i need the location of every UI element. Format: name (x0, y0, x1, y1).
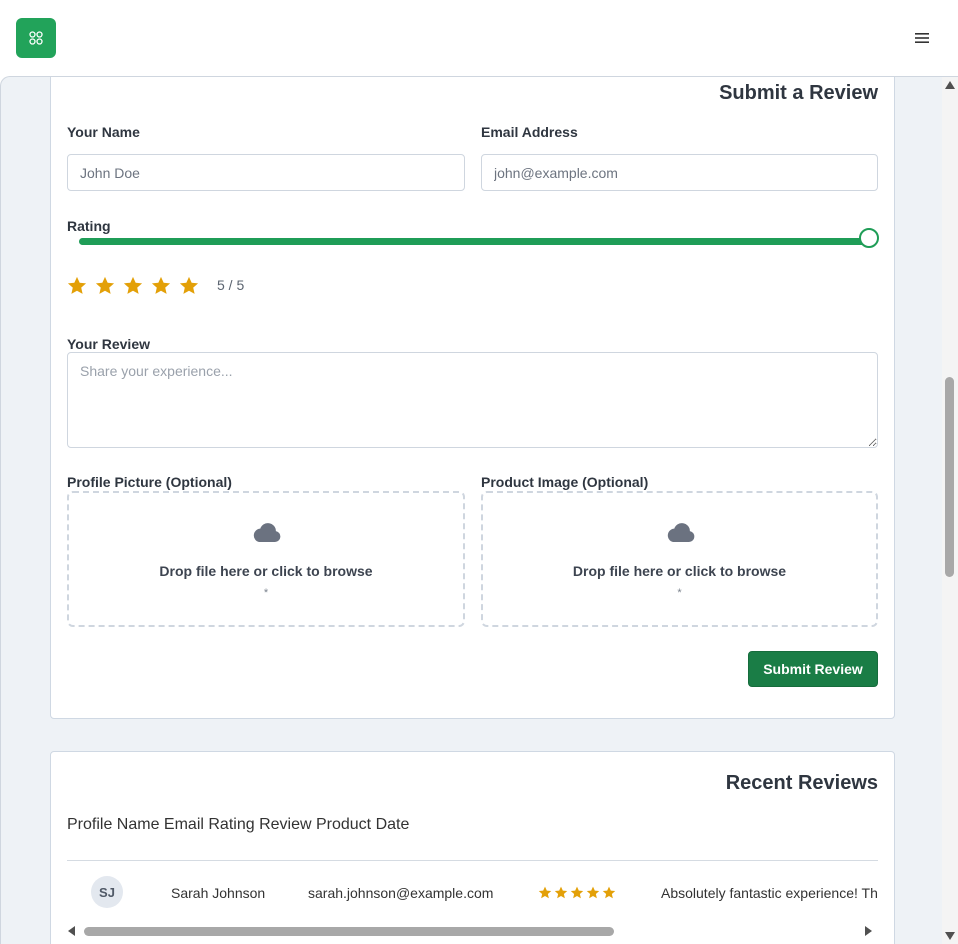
hamburger-menu-icon (915, 33, 929, 43)
app-logo[interactable] (16, 18, 56, 58)
rating-label: Rating (67, 218, 111, 234)
submit-review-button[interactable]: Submit Review (748, 651, 878, 687)
star-icon (586, 886, 600, 899)
star-icon (538, 886, 552, 899)
name-label: Your Name (67, 124, 140, 140)
review-textarea[interactable] (67, 352, 878, 448)
row-rating-stars (537, 886, 617, 899)
recent-reviews-title: Recent Reviews (725, 772, 878, 794)
main-content: Submit a Review Your Name Email Address … (0, 76, 958, 944)
cloud-icon (667, 523, 694, 542)
table-header: Profile Name Email Rating Review Product… (67, 816, 410, 833)
product-image-dropzone[interactable]: Drop file here or click to browse * (481, 491, 878, 627)
scroll-right-arrow-icon[interactable] (864, 926, 872, 936)
profile-picture-label: Profile Picture (Optional) (67, 474, 232, 490)
rating-slider-fill (79, 238, 869, 245)
rating-stars: 5 / 5 (67, 275, 244, 295)
rating-value-text: 5 / 5 (217, 277, 245, 293)
dropzone-hint: * (677, 587, 682, 599)
review-form-card: Submit a Review Your Name Email Address … (50, 77, 895, 719)
top-bar (0, 0, 958, 76)
star-icon (602, 886, 616, 899)
dropzone-text: Drop file here or click to browse (159, 563, 373, 579)
reviewer-email: sarah.johnson@example.com (308, 885, 494, 901)
review-label: Your Review (67, 336, 150, 352)
table-divider (67, 860, 878, 861)
star-icon[interactable] (151, 275, 179, 295)
rating-slider-thumb[interactable] (859, 228, 879, 248)
cloud-icon (253, 523, 281, 542)
grid-app-icon (29, 31, 43, 45)
star-icon (554, 886, 568, 899)
scroll-up-arrow-icon[interactable] (945, 81, 955, 89)
product-image-label: Product Image (Optional) (481, 474, 649, 490)
menu-button[interactable] (904, 14, 940, 62)
horizontal-scroll-thumb[interactable] (84, 927, 614, 936)
recent-reviews-card: Recent Reviews Profile Name Email Rating… (50, 751, 895, 944)
scroll-left-arrow-icon[interactable] (68, 926, 76, 936)
table-horizontal-scrollbar[interactable] (66, 921, 876, 941)
rating-slider-track[interactable] (79, 238, 869, 245)
reviewer-name: Sarah Johnson (171, 885, 266, 901)
name-input[interactable] (67, 154, 465, 191)
star-icon (570, 886, 584, 899)
profile-picture-dropzone[interactable]: Drop file here or click to browse * (67, 491, 465, 627)
avatar: SJ (91, 876, 123, 908)
star-icon[interactable] (67, 275, 95, 295)
dropzone-text: Drop file here or click to browse (572, 563, 787, 579)
page-vertical-scrollbar[interactable] (942, 77, 958, 944)
scroll-down-arrow-icon[interactable] (945, 932, 955, 940)
email-input[interactable] (481, 154, 878, 191)
dropzone-hint: * (263, 587, 269, 599)
vertical-scroll-thumb[interactable] (945, 377, 954, 577)
star-icon[interactable] (95, 275, 123, 295)
star-icon[interactable] (179, 275, 207, 295)
review-text: Absolutely fantastic experience! The (661, 885, 878, 901)
email-label: Email Address (481, 124, 578, 140)
review-form-title: Submit a Review (719, 82, 878, 104)
star-icon[interactable] (123, 275, 151, 295)
